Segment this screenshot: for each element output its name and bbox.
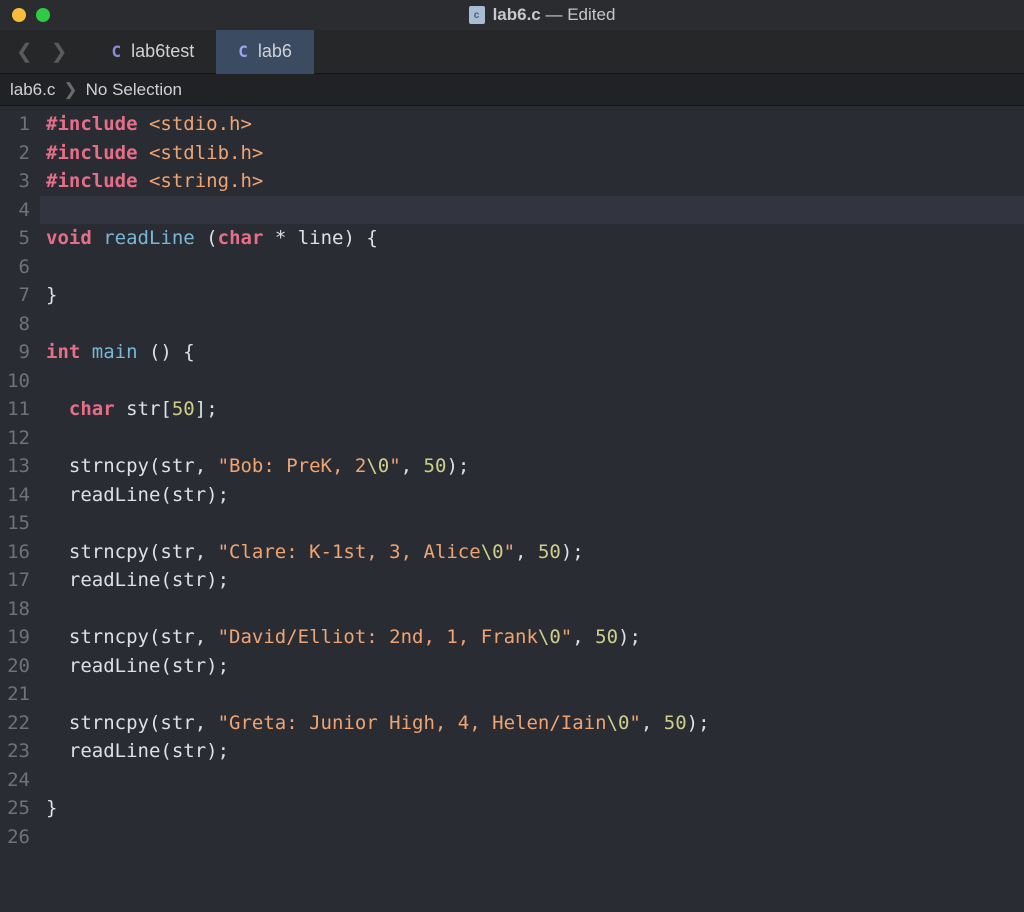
line-number: 21 <box>0 680 30 709</box>
line-number: 10 <box>0 367 30 396</box>
code-line[interactable] <box>46 823 1024 852</box>
line-number: 24 <box>0 766 30 795</box>
line-number: 20 <box>0 652 30 681</box>
line-number: 1 <box>0 110 30 139</box>
line-number: 8 <box>0 310 30 339</box>
titlebar: c lab6.c — Edited <box>0 0 1024 30</box>
line-number: 3 <box>0 167 30 196</box>
title-filename: lab6.c <box>493 5 541 24</box>
code-line[interactable]: strncpy(str, "Greta: Junior High, 4, Hel… <box>46 709 1024 738</box>
code-line[interactable]: strncpy(str, "Bob: PreK, 2\0", 50); <box>46 452 1024 481</box>
code-line[interactable] <box>46 424 1024 453</box>
code-line[interactable]: readLine(str); <box>46 652 1024 681</box>
title-suffix: — Edited <box>541 5 616 24</box>
line-number: 25 <box>0 794 30 823</box>
code-line[interactable]: } <box>46 281 1024 310</box>
line-number: 11 <box>0 395 30 424</box>
code-line[interactable] <box>40 196 1024 225</box>
code-line[interactable]: strncpy(str, "Clare: K-1st, 3, Alice\0",… <box>46 538 1024 567</box>
window-zoom-button[interactable] <box>36 8 50 22</box>
code-line[interactable] <box>46 367 1024 396</box>
c-file-icon: C <box>238 42 248 61</box>
code-line[interactable]: #include <stdio.h> <box>46 110 1024 139</box>
code-line[interactable]: strncpy(str, "David/Elliot: 2nd, 1, Fran… <box>46 623 1024 652</box>
tab-lab6test[interactable]: C lab6test <box>90 30 217 74</box>
editor[interactable]: 1234567891011121314151617181920212223242… <box>0 106 1024 912</box>
line-number: 6 <box>0 253 30 282</box>
code-line[interactable]: int main () { <box>46 338 1024 367</box>
code-line[interactable]: char str[50]; <box>46 395 1024 424</box>
file-icon: c <box>469 6 485 24</box>
nav-arrows: ❮ ❯ <box>12 35 72 68</box>
tab-label: lab6test <box>131 41 194 62</box>
line-number: 5 <box>0 224 30 253</box>
code-area[interactable]: #include <stdio.h>#include <stdlib.h>#in… <box>40 106 1024 912</box>
code-line[interactable] <box>46 509 1024 538</box>
tab-bar: ❮ ❯ C lab6test C lab6 <box>0 30 1024 74</box>
code-line[interactable] <box>46 253 1024 282</box>
nav-forward-icon[interactable]: ❯ <box>47 35 72 68</box>
code-line[interactable] <box>46 766 1024 795</box>
line-gutter: 1234567891011121314151617181920212223242… <box>0 106 40 912</box>
code-line[interactable]: readLine(str); <box>46 737 1024 766</box>
line-number: 14 <box>0 481 30 510</box>
line-number: 9 <box>0 338 30 367</box>
line-number: 7 <box>0 281 30 310</box>
nav-back-icon[interactable]: ❮ <box>12 35 37 68</box>
code-line[interactable]: readLine(str); <box>46 481 1024 510</box>
breadcrumb[interactable]: lab6.c ❯ No Selection <box>0 74 1024 106</box>
line-number: 2 <box>0 139 30 168</box>
code-line[interactable]: readLine(str); <box>46 566 1024 595</box>
tab-lab6[interactable]: C lab6 <box>216 30 314 74</box>
code-line[interactable] <box>46 310 1024 339</box>
line-number: 13 <box>0 452 30 481</box>
code-line[interactable]: void readLine (char * line) { <box>46 224 1024 253</box>
tab-label: lab6 <box>258 41 292 62</box>
window-minimize-button[interactable] <box>12 8 26 22</box>
line-number: 4 <box>0 196 30 225</box>
line-number: 18 <box>0 595 30 624</box>
line-number: 22 <box>0 709 30 738</box>
window-title: c lab6.c — Edited <box>60 5 1024 25</box>
breadcrumb-file: lab6.c <box>10 80 55 100</box>
code-line[interactable]: #include <string.h> <box>46 167 1024 196</box>
line-number: 15 <box>0 509 30 538</box>
line-number: 17 <box>0 566 30 595</box>
code-line[interactable]: } <box>46 794 1024 823</box>
line-number: 16 <box>0 538 30 567</box>
code-line[interactable] <box>46 680 1024 709</box>
breadcrumb-selection: No Selection <box>86 80 182 100</box>
line-number: 12 <box>0 424 30 453</box>
c-file-icon: C <box>112 42 122 61</box>
line-number: 26 <box>0 823 30 852</box>
code-line[interactable]: #include <stdlib.h> <box>46 139 1024 168</box>
line-number: 19 <box>0 623 30 652</box>
chevron-right-icon: ❯ <box>63 80 77 100</box>
line-number: 23 <box>0 737 30 766</box>
code-line[interactable] <box>46 595 1024 624</box>
